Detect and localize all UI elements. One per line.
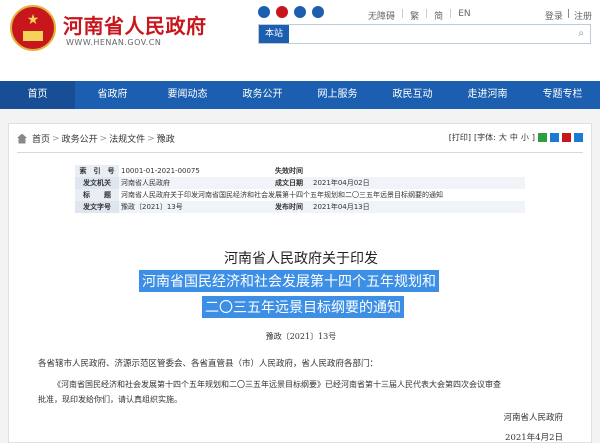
meta-value: 豫政〔2021〕13号 [119,201,273,213]
nav-item-government[interactable]: 省政府 [75,81,150,109]
search-input[interactable] [293,26,567,44]
nav-item-news[interactable]: 要闻动态 [150,81,225,109]
document-meta-table: 索 引 号 10001-01-2021-00075 失效时间 发文机关 河南省人… [75,165,525,213]
salutation: 各省辖市人民政府、济源示范区管委会、各省直管县（市）人民政府，省人民政府各部门： [38,359,379,369]
divider [17,152,583,153]
search-scope-select[interactable]: 本站 [259,25,289,43]
app-icon[interactable] [294,6,306,18]
content-area: 首页 > 政务公开 > 法规文件 > 豫政 [打印] [字体: 大 中 小 ] … [0,123,600,443]
home-icon [17,133,27,144]
meta-key: 索 引 号 [75,165,119,177]
meta-key: 发布时间 [273,201,311,213]
font-size-close: ] [531,133,535,142]
nav-item-about-henan[interactable]: 走进河南 [450,81,525,109]
more-share-icon[interactable] [574,133,583,142]
meta-key: 标 题 [75,189,119,201]
meta-key: 发文机关 [75,177,119,189]
traditional-chinese-link[interactable]: 繁 [410,9,419,22]
meta-value: 河南省人民政府 [119,177,273,189]
mobile-icon[interactable] [312,6,324,18]
nav-item-online-services[interactable]: 网上服务 [300,81,375,109]
nav-item-public-affairs[interactable]: 政务公开 [225,81,300,109]
meta-key: 发文字号 [75,201,119,213]
search-icon[interactable]: ⌕ [578,28,584,39]
top-links: 无障碍 | 繁 | 简 | EN [368,9,471,22]
article-title-line1: 河南省人民政府关于印发 [224,251,378,267]
register-link[interactable]: 注册 [574,9,592,22]
nav-item-topics[interactable]: 专题专栏 [525,81,600,109]
spacer [0,109,600,123]
breadcrumb-home[interactable]: 首页 [32,132,50,145]
breadcrumb-public-affairs[interactable]: 政务公开 [62,132,98,145]
meta-row: 标 题 河南省人民政府关于印发河南省国民经济和社会发展第十四个五年规划和二〇三五… [75,189,525,201]
font-size-label: [字体: [474,133,496,142]
english-link[interactable]: EN [458,9,470,22]
national-emblem-icon: ★ [10,5,56,51]
wechat-share-icon[interactable] [538,133,547,142]
site-header: ★ 河南省人民政府 WWW.HENAN.GOV.CN 无障碍 | 繁 | 简 |… [0,0,600,80]
breadcrumb: 首页 > 政务公开 > 法规文件 > 豫政 [17,132,175,145]
article-paragraph-continued: 批准，现印发给你们，请认真组织实施。 [38,395,182,404]
font-medium-button[interactable]: 中 [510,132,518,143]
article-title-line2: 河南省国民经济和社会发展第十四个五年规划和 [139,270,439,292]
page-tools: [打印] [字体: 大 中 小 ] [449,132,583,143]
site-url: WWW.HENAN.GOV.CN [66,38,162,47]
meta-value: 河南省人民政府关于印发河南省国民经济和社会发展第十四个五年规划和二〇三五年远景目… [121,191,443,199]
simplified-chinese-link[interactable]: 简 [434,9,443,22]
font-small-button[interactable]: 小 [521,132,529,143]
wechat-icon[interactable] [258,6,270,18]
weibo-share-icon[interactable] [562,133,571,142]
meta-row: 索 引 号 10001-01-2021-00075 失效时间 [75,165,525,177]
breadcrumb-regulations[interactable]: 法规文件 [109,132,145,145]
meta-value [311,165,525,177]
main-nav: 首页 省政府 要闻动态 政务公开 网上服务 政民互动 走进河南 专题专栏 [0,81,600,109]
meta-row: 发文机关 河南省人民政府 成文日期 2021年04月02日 [75,177,525,189]
login-link[interactable]: 登录 [545,9,563,22]
signer: 河南省人民政府 [503,413,563,423]
article-paragraph: 《河南省国民经济和社会发展第十四个五年规划和二〇三五年远景目标纲要》已经河南省第… [53,380,501,389]
sign-date: 2021年4月2日 [505,433,563,443]
article-panel: 首页 > 政务公开 > 法规文件 > 豫政 [打印] [字体: 大 中 小 ] … [8,123,592,443]
accessibility-link[interactable]: 无障碍 [368,9,395,22]
nav-item-home[interactable]: 首页 [0,81,75,109]
meta-key: 失效时间 [275,167,303,175]
qzone-share-icon[interactable] [550,133,559,142]
article-title-line3: 二〇三五年远景目标纲要的通知 [202,296,404,318]
nav-item-interaction[interactable]: 政民互动 [375,81,450,109]
social-links [258,6,324,18]
meta-value: 10001-01-2021-00075 [121,167,200,175]
document-number: 豫政〔2021〕13号 [265,332,337,341]
weibo-icon[interactable] [276,6,288,18]
search-box: 本站 ⌕ [258,24,591,44]
meta-value: 2021年04月02日 [311,177,525,189]
breadcrumb-current[interactable]: 豫政 [157,132,175,145]
print-button[interactable]: [打印] [449,132,471,143]
meta-row: 发文字号 豫政〔2021〕13号 发布时间 2021年04月13日 [75,201,525,213]
meta-value: 2021年04月13日 [311,201,525,213]
login-links: 登录 | 注册 [544,9,592,22]
font-big-button[interactable]: 大 [499,132,507,143]
site-title[interactable]: 河南省人民政府 [63,10,207,39]
meta-key: 成文日期 [273,177,311,189]
